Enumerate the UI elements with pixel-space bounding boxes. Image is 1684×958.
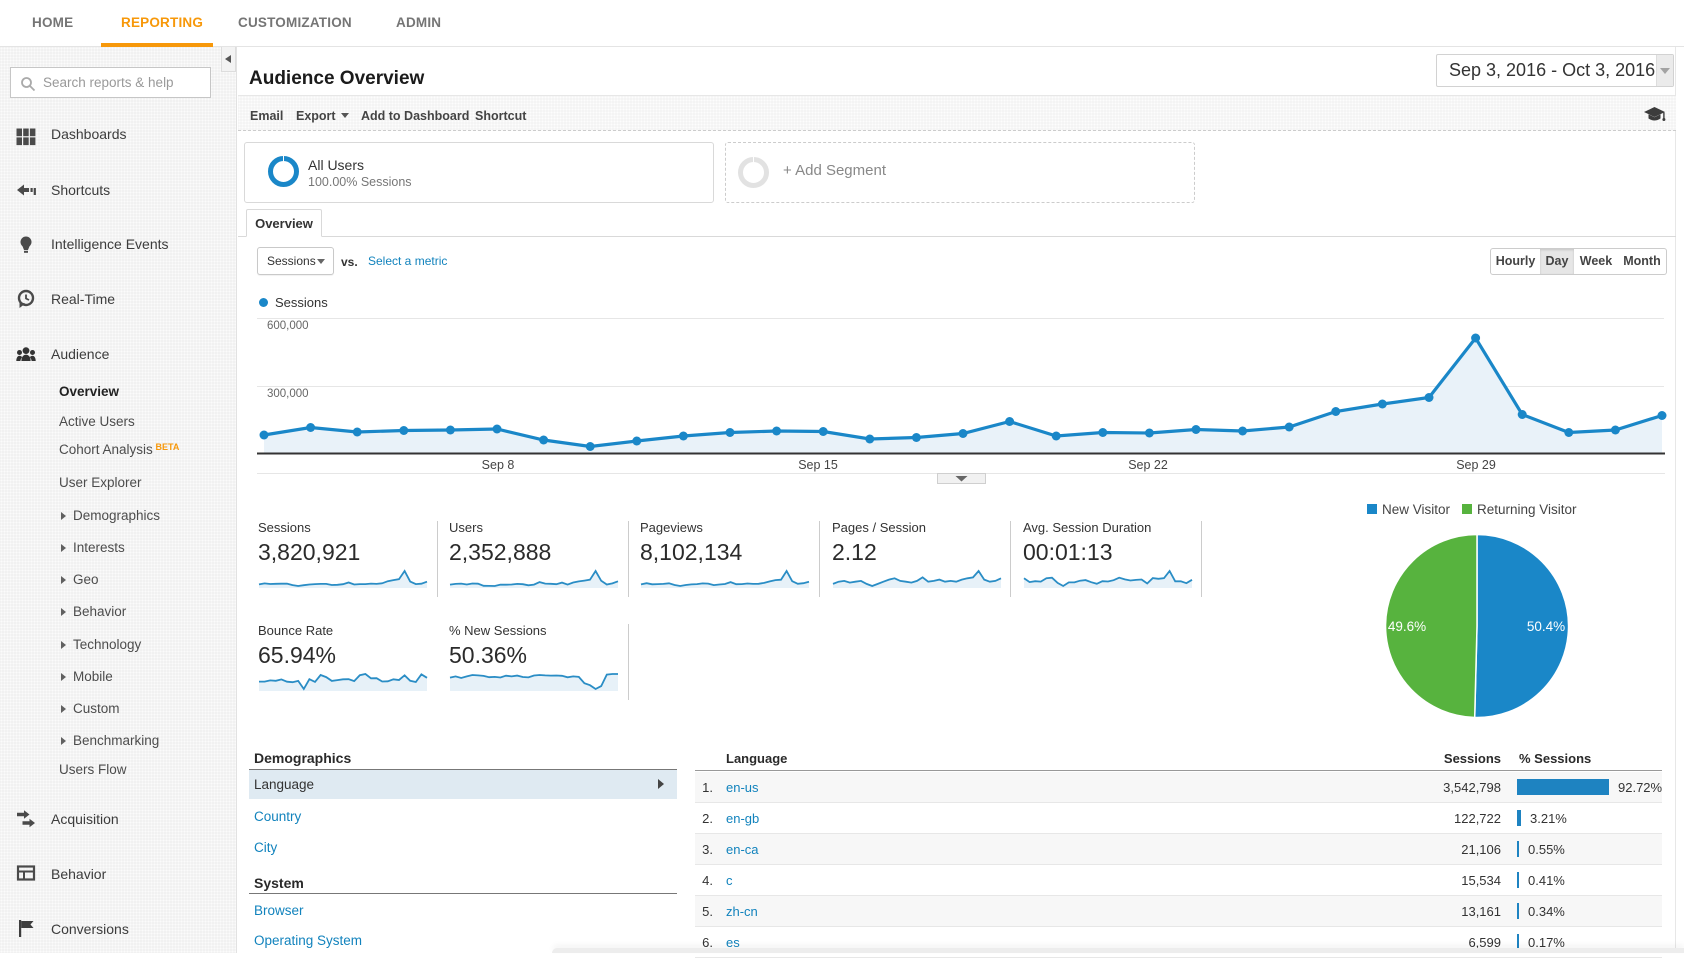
svg-text:50.4%: 50.4% bbox=[1527, 619, 1565, 634]
svg-text:Sep 22: Sep 22 bbox=[1128, 458, 1168, 472]
svg-text:600,000: 600,000 bbox=[267, 320, 309, 332]
svg-text:Sep 15: Sep 15 bbox=[798, 458, 838, 472]
svg-text:49.6%: 49.6% bbox=[1388, 619, 1426, 634]
svg-text:Sep 8: Sep 8 bbox=[482, 458, 515, 472]
svg-text:Sep 29: Sep 29 bbox=[1456, 458, 1496, 472]
svg-text:300,000: 300,000 bbox=[267, 388, 309, 400]
